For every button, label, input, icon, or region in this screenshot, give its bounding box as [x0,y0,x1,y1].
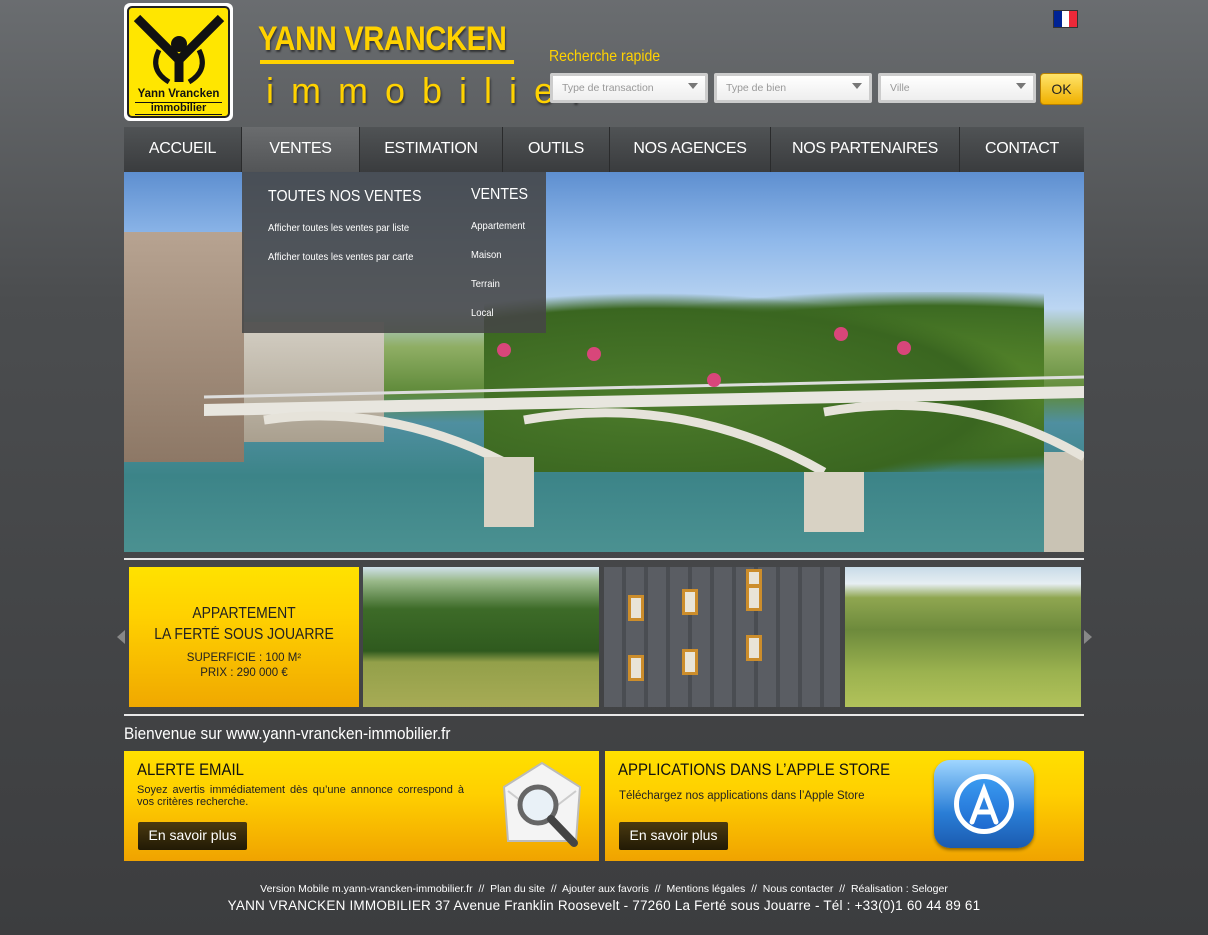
email-alert-title: ALERTE EMAIL [137,760,244,779]
chevron-down-icon [852,83,862,89]
footer-link-favorites[interactable]: Ajouter aux favoris [562,883,649,895]
email-alert-more-button[interactable]: En savoir plus [138,822,247,850]
dropdown-link-maison[interactable]: Maison [471,249,501,261]
footer-link-sitemap[interactable]: Plan du site [490,883,545,895]
dropdown-link-terrain[interactable]: Terrain [471,278,500,290]
apple-store-box: APPLICATIONS DANS L’APPLE STORE Téléchar… [605,751,1084,861]
flag-stripe [1069,11,1078,27]
city-select[interactable]: Ville [878,73,1036,103]
footer-link-contact[interactable]: Nous contacter [763,883,834,895]
site-logo[interactable]: Yann Vrancken immobilier [124,3,233,121]
footer-address: YANN VRANCKEN IMMOBILIER 37 Avenue Frank… [227,898,981,913]
main-nav: ACCUEIL VENTES ESTIMATION OUTILS NOS AGE… [124,127,1084,172]
footer-link-mobile[interactable]: Version Mobile m.yann-vrancken-immobilie… [260,883,472,895]
search-submit-button[interactable]: OK [1040,73,1083,105]
logo-text-name: Yann Vrancken [137,88,220,100]
nav-item-nos-agences[interactable]: NOS AGENCES [610,127,771,172]
brand-divider [260,60,514,64]
listing-thumbnail-land[interactable] [363,567,599,707]
window [682,649,698,675]
footer-separator: // [751,883,757,895]
carousel-prev-arrow-icon[interactable] [117,630,125,644]
quick-search-title: Recherche rapide [549,48,661,65]
footer-separator: // [839,883,846,895]
listing-thumbnail-house[interactable] [604,567,840,707]
featured-listing-card[interactable]: APPARTEMENT LA FERTÉ SOUS JOUARRE SUPERF… [129,567,359,707]
flag-stripe [1054,11,1062,27]
window [746,569,762,587]
listing-thumbnail-countryside[interactable] [845,567,1081,707]
nav-item-outils[interactable]: OUTILS [503,127,610,172]
divider [124,714,1084,716]
footer-separator: // [478,883,485,895]
featured-surface: SUPERFICIE : 100 M² [186,652,302,664]
footer-separator: // [550,883,557,895]
apple-store-title: APPLICATIONS DANS L’APPLE STORE [618,760,891,779]
footer-separator: // [654,883,661,895]
divider [124,558,1084,560]
window [746,585,762,611]
transaction-type-select[interactable]: Type de transaction [550,73,708,103]
featured-city: LA FERTÉ SOUS JOUARRE [154,626,334,643]
property-type-placeholder: Type de bien [726,82,787,94]
dropdown-title-ventes: VENTES [471,186,529,203]
welcome-heading: Bienvenue sur www.yann-vrancken-immobili… [124,724,451,743]
app-store-a-glyph [969,782,999,825]
ventes-dropdown-menu: TOUTES NOS VENTES Afficher toutes les ve… [242,172,546,333]
apple-store-more-button[interactable]: En savoir plus [619,822,728,850]
dropdown-link-list[interactable]: Afficher toutes les ventes par liste [268,222,409,234]
window [628,595,644,621]
french-flag-icon[interactable] [1053,10,1078,28]
app-store-icon[interactable] [934,760,1034,848]
window [682,589,698,615]
email-alert-box: ALERTE EMAIL Soyez avertis immédiatement… [124,751,599,861]
city-placeholder: Ville [890,82,910,94]
dropdown-link-map[interactable]: Afficher toutes les ventes par carte [268,251,413,263]
nav-item-estimation[interactable]: ESTIMATION [360,127,503,172]
chevron-down-icon [688,83,698,89]
property-type-select[interactable]: Type de bien [714,73,872,103]
dropdown-link-local[interactable]: Local [471,307,494,319]
footer-link-legal[interactable]: Mentions légales [666,883,745,895]
featured-type: APPARTEMENT [192,605,296,622]
dropdown-link-appartement[interactable]: Appartement [471,220,525,232]
chevron-down-icon [1016,83,1026,89]
flag-stripe [1061,11,1070,27]
window [628,655,644,681]
nav-item-ventes[interactable]: VENTES [242,127,360,172]
envelope-magnifier-icon [502,761,582,847]
transaction-type-placeholder: Type de transaction [562,82,654,94]
nav-item-accueil[interactable]: ACCUEIL [124,127,242,172]
nav-item-nos-partenaires[interactable]: NOS PARTENAIRES [771,127,960,172]
dropdown-title-all-sales: TOUTES NOS VENTES [268,188,422,205]
apple-store-description: Téléchargez nos applications dans l’Appl… [619,790,865,802]
footer-links: Version Mobile m.yann-vrancken-immobilie… [0,883,1208,895]
logo-figure-icon [133,14,225,85]
logo-text-sub: immobilier [135,102,222,115]
featured-price: PRIX : 290 000 € [200,667,288,679]
carousel-next-arrow-icon[interactable] [1084,630,1092,644]
footer-link-credits[interactable]: Réalisation : Seloger [851,883,948,895]
brand-name: YANN VRANCKEN [258,20,507,58]
email-alert-description: Soyez avertis immédiatement dès qu’une a… [137,784,464,808]
nav-item-contact[interactable]: CONTACT [960,127,1084,172]
window [746,635,762,661]
